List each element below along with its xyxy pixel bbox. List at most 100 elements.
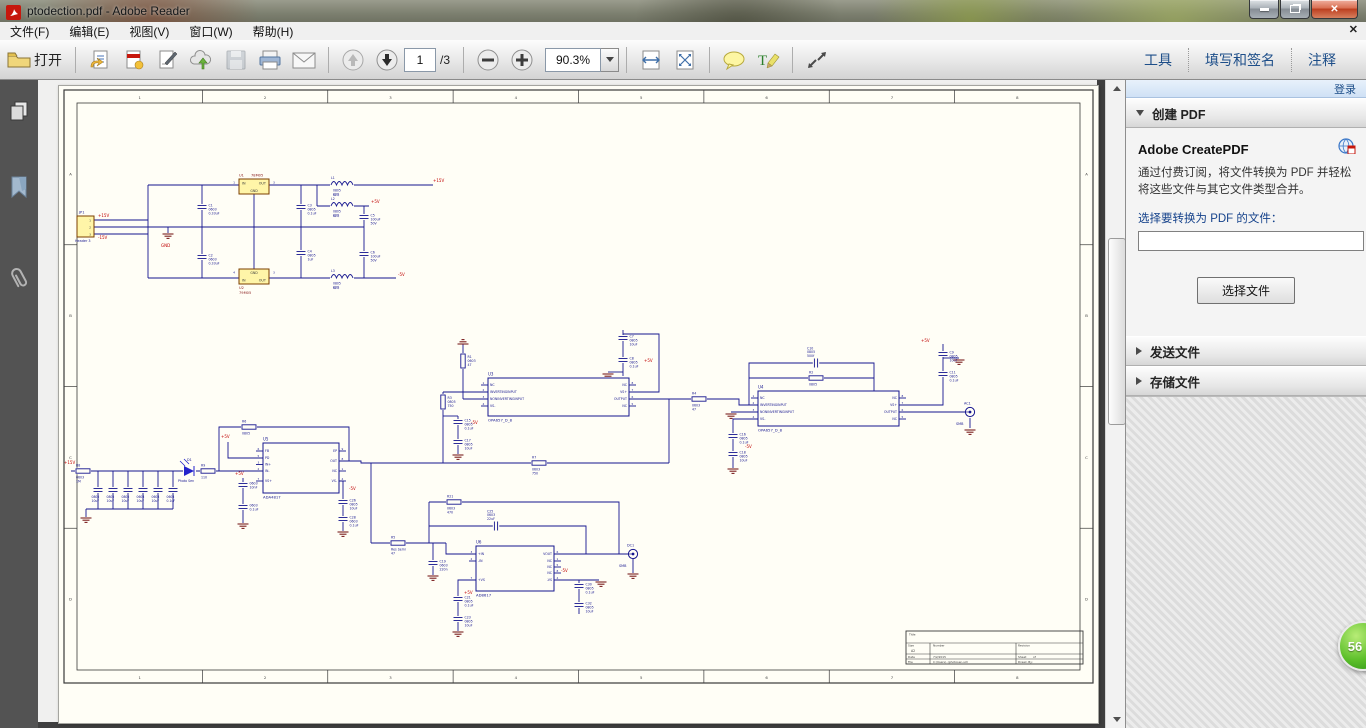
tools-button[interactable]: 工具 bbox=[1128, 48, 1188, 72]
minimize-button[interactable] bbox=[1249, 0, 1279, 19]
close-button[interactable]: ✕ bbox=[1311, 0, 1358, 19]
svg-text:3: 3 bbox=[471, 550, 473, 554]
svg-text:1uF: 1uF bbox=[308, 258, 314, 262]
page-down-icon bbox=[376, 49, 398, 70]
scrollbar-thumb[interactable] bbox=[1108, 238, 1126, 425]
email-button[interactable] bbox=[289, 45, 319, 75]
fit-width-button[interactable] bbox=[636, 45, 666, 75]
menu-help[interactable]: 帮助(H) bbox=[243, 22, 304, 41]
send-file-button[interactable] bbox=[85, 45, 115, 75]
svg-text:磁珠: 磁珠 bbox=[333, 191, 340, 196]
fit-page-button[interactable] bbox=[670, 45, 700, 75]
zoom-in-button[interactable] bbox=[507, 45, 537, 75]
menu-window[interactable]: 窗口(W) bbox=[179, 22, 242, 41]
svg-text:-5V: -5V bbox=[349, 486, 356, 491]
svg-text:EP: EP bbox=[333, 449, 337, 453]
save-button[interactable] bbox=[221, 45, 251, 75]
menu-view[interactable]: 视图(V) bbox=[119, 22, 179, 41]
menu-edit[interactable]: 编辑(E) bbox=[59, 22, 119, 41]
page-input[interactable] bbox=[404, 47, 436, 72]
bookmarks-button[interactable] bbox=[4, 170, 34, 204]
pdf-page: 1 1 2 2 3 3 4 4 5 5 6 6 7 7 8 8 A A B B C C D D +15V +5V -5V +15V -1… bbox=[58, 85, 1099, 724]
restore-button[interactable] bbox=[1280, 0, 1310, 19]
svg-text:Number: Number bbox=[933, 644, 945, 648]
svg-text:220n: 220n bbox=[440, 568, 448, 572]
scroll-down-icon[interactable] bbox=[1106, 711, 1127, 728]
fit-page-icon bbox=[676, 50, 694, 69]
svg-text:6: 6 bbox=[902, 408, 904, 412]
safety-score-value: 56 bbox=[1347, 638, 1363, 654]
page-thumbnails-button[interactable] bbox=[4, 94, 34, 128]
comment-panel-button[interactable]: 注释 bbox=[1291, 47, 1352, 72]
svg-text:10uF: 10uF bbox=[740, 459, 748, 463]
tools-panel: 登录 创建 PDF Adobe CreatePDF 通过付费订阅，将文件转换为 … bbox=[1125, 80, 1366, 728]
svg-text:GND: GND bbox=[161, 243, 170, 248]
svg-text:2: 2 bbox=[471, 557, 473, 561]
hide-toolbar-close-icon[interactable]: ✕ bbox=[1349, 23, 1358, 36]
sign-button[interactable] bbox=[153, 45, 183, 75]
svg-text:470: 470 bbox=[447, 511, 453, 515]
svg-text:10uF: 10uF bbox=[122, 499, 130, 503]
svg-text:47: 47 bbox=[391, 552, 395, 556]
cloud-upload-button[interactable] bbox=[187, 45, 217, 75]
svg-text:File: File bbox=[908, 660, 913, 664]
svg-text:Header 3: Header 3 bbox=[75, 239, 91, 243]
send-files-section-header[interactable]: 发送文件 bbox=[1126, 336, 1366, 366]
svg-text:L3: L3 bbox=[331, 269, 335, 273]
svg-text:U1: U1 bbox=[239, 174, 244, 178]
svg-text:0.1uF: 0.1uF bbox=[465, 427, 474, 431]
document-view[interactable]: 1 1 2 2 3 3 4 4 5 5 6 6 7 7 8 8 A A B B C C D D +15V +5V -5V +15V -1… bbox=[38, 80, 1105, 728]
svg-text:7/2/2015: 7/2/2015 bbox=[933, 655, 946, 659]
svg-text:Date: Date bbox=[908, 655, 915, 659]
svg-text:0.1uF: 0.1uF bbox=[586, 591, 595, 595]
svg-text:5: 5 bbox=[258, 454, 260, 458]
svg-text:8: 8 bbox=[632, 381, 634, 385]
svg-text:7: 7 bbox=[902, 401, 904, 405]
create-pdf-section-header[interactable]: 创建 PDF bbox=[1126, 98, 1366, 128]
open-button[interactable]: 打开 bbox=[6, 45, 66, 75]
bookmarks-icon bbox=[11, 176, 27, 199]
svg-text:0805: 0805 bbox=[242, 432, 250, 436]
svg-text:0.1uF: 0.1uF bbox=[465, 604, 474, 608]
vertical-scrollbar[interactable] bbox=[1105, 80, 1127, 728]
zoom-input[interactable] bbox=[545, 47, 602, 72]
choose-file-button[interactable]: 选择文件 bbox=[1196, 276, 1295, 304]
create-pdf-button[interactable] bbox=[119, 45, 149, 75]
next-page-button[interactable] bbox=[372, 45, 402, 75]
svg-text:PD: PD bbox=[265, 456, 270, 460]
highlight-button[interactable]: T bbox=[753, 45, 783, 75]
svg-text:U6: U6 bbox=[476, 540, 482, 545]
svg-text:+15V: +15V bbox=[64, 460, 75, 465]
svg-text:NC: NC bbox=[547, 559, 552, 563]
previous-page-button[interactable] bbox=[338, 45, 368, 75]
svg-text:500f: 500f bbox=[807, 354, 815, 358]
svg-text:10uF: 10uF bbox=[586, 610, 594, 614]
menu-file[interactable]: 文件(F) bbox=[0, 22, 59, 41]
svg-text:IN-: IN- bbox=[265, 469, 269, 473]
svg-text:+15V: +15V bbox=[433, 178, 444, 183]
createpdf-title: Adobe CreatePDF bbox=[1138, 142, 1249, 157]
separator bbox=[328, 46, 329, 73]
svg-text:2: 2 bbox=[89, 226, 91, 230]
comment-icon bbox=[723, 51, 745, 70]
svg-text:0.1uF: 0.1uF bbox=[950, 379, 959, 383]
attachments-button[interactable] bbox=[4, 262, 34, 296]
sign-in-link[interactable]: 登录 bbox=[1334, 81, 1356, 97]
separator bbox=[709, 46, 711, 73]
fill-sign-button[interactable]: 填写和签名 bbox=[1188, 47, 1291, 72]
print-button[interactable] bbox=[255, 45, 285, 75]
zoom-dropdown-icon[interactable] bbox=[601, 47, 620, 72]
comment-button[interactable] bbox=[719, 45, 749, 75]
highlight-icon: T bbox=[758, 53, 780, 69]
scroll-up-icon[interactable] bbox=[1106, 80, 1127, 97]
svg-text:OPA657_D_8: OPA657_D_8 bbox=[488, 418, 513, 423]
svg-text:1: 1 bbox=[138, 675, 141, 680]
zoom-out-button[interactable] bbox=[473, 45, 503, 75]
svg-text:+VS: +VS bbox=[478, 578, 485, 582]
svg-text:4: 4 bbox=[515, 675, 518, 680]
reading-mode-button[interactable] bbox=[802, 45, 832, 75]
file-to-convert-input[interactable] bbox=[1138, 230, 1364, 251]
store-files-section-header[interactable]: 存储文件 bbox=[1126, 366, 1366, 396]
cloud-upload-icon bbox=[190, 49, 212, 69]
svg-text:NC: NC bbox=[622, 404, 627, 408]
